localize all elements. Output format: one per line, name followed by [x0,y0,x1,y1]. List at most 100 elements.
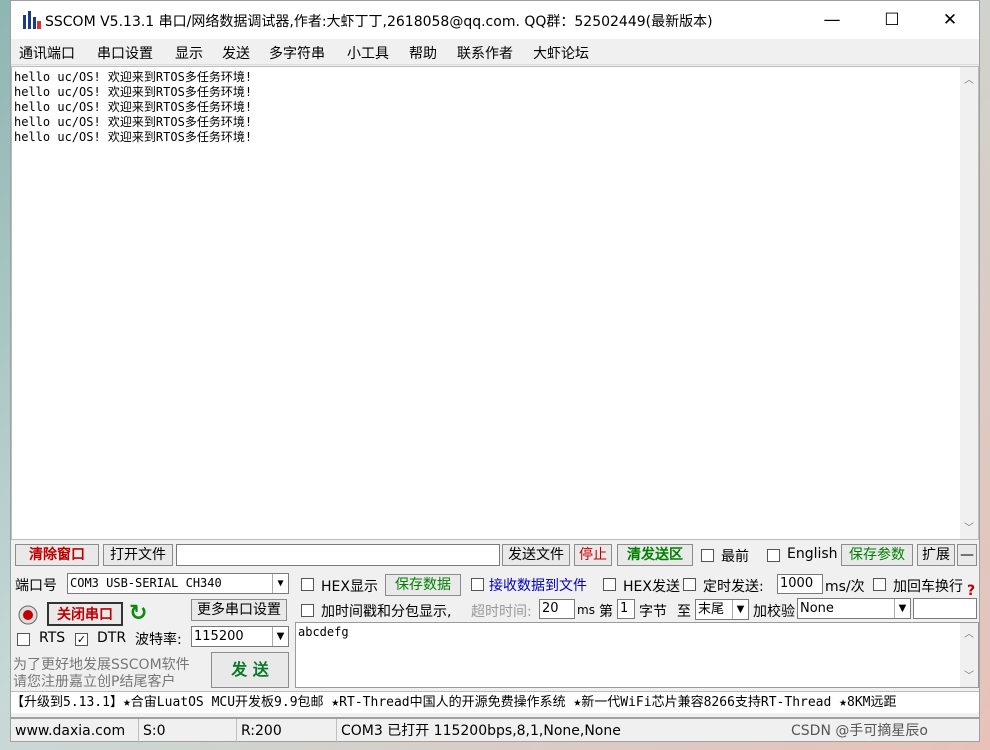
checksum-label: 加校验 [753,604,795,620]
app-logo-icon [23,11,41,29]
status-site-link[interactable]: www.daxia.com [11,719,139,743]
port-select[interactable]: COM3 USB-SERIAL CH340 ▼ [67,573,289,594]
timeout-input[interactable]: 20 [539,599,575,619]
status-sent-count: S:0 [139,719,237,743]
timed-send-label: 定时发送: [703,579,764,595]
receive-line: hello uc/OS! 欢迎来到RTOS多任务环境! [14,70,253,84]
dtr-checkbox[interactable]: ✓ [75,633,88,646]
english-checkbox[interactable] [767,549,780,562]
baud-select[interactable]: 115200 ▼ [191,626,289,647]
collapse-button[interactable]: — [957,544,977,566]
hex-display-label: HEX显示 [321,579,378,595]
hex-send-checkbox[interactable] [603,578,616,591]
close-port-button[interactable]: 关闭串口 [47,602,123,626]
port-label: 端口号 [15,578,57,594]
topmost-label: 最前 [721,549,749,565]
save-data-button[interactable]: 保存数据 [385,574,461,596]
menu-comm-port[interactable]: 通讯端口 [19,43,75,63]
send-button[interactable]: 发 送 [211,652,289,688]
stop-button[interactable]: 停止 [574,544,612,566]
hex-display-checkbox[interactable] [301,578,314,591]
interval-input[interactable]: 1000 [777,574,823,594]
crlf-label: 加回车换行 [893,579,963,595]
send-text: abcdefg [298,625,349,639]
scroll-up-icon[interactable]: ︿ [960,625,978,640]
end-select[interactable]: 末尾 ▼ [695,599,749,620]
receive-line: hello uc/OS! 欢迎来到RTOS多任务环境! [14,100,253,114]
open-file-button[interactable]: 打开文件 [103,544,173,566]
chevron-down-icon[interactable]: ▼ [894,599,910,618]
watermark: CSDN @手可摘星辰o [791,723,928,739]
menu-bar: 通讯端口 串口设置 显示 发送 多字符串 小工具 帮助 联系作者 大虾论坛 [11,39,979,65]
menu-help[interactable]: 帮助 [409,43,437,63]
status-port-state: COM3 已打开 115200bps,8,1,None,None [341,723,621,739]
timeout-unit: ms [577,603,595,617]
send-file-button[interactable]: 发送文件 [502,544,570,566]
timed-send-checkbox[interactable] [683,578,696,591]
refresh-icon[interactable]: ↻ [129,601,147,626]
crlf-checkbox[interactable] [873,578,886,591]
menu-send[interactable]: 发送 [222,43,250,63]
receive-line: hello uc/OS! 欢迎来到RTOS多任务环境! [14,130,253,144]
receive-scrollbar[interactable]: ︿ ﹀ [960,67,978,539]
end-select-value: 末尾 [698,602,725,617]
baud-select-value: 115200 [194,629,244,644]
maximize-button[interactable]: ☐ [863,1,921,39]
help-question-icon[interactable]: ? [967,583,975,599]
interval-unit: ms/次 [825,579,865,595]
save-params-button[interactable]: 保存参数 [841,544,913,566]
english-label: English [787,546,838,562]
window-title: SSCOM V5.13.1 串口/网络数据调试器,作者:大虾丁丁,2618058… [45,14,713,30]
file-path-input[interactable] [176,544,500,566]
checksum-extra-field[interactable] [913,598,977,619]
checksum-select[interactable]: None ▼ [797,598,911,619]
expand-button[interactable]: 扩展 [917,544,955,566]
dtr-label: DTR [97,630,127,646]
title-bar: SSCOM V5.13.1 串口/网络数据调试器,作者:大虾丁丁,2618058… [11,1,979,39]
topmost-checkbox[interactable] [701,549,714,562]
hex-send-label: HEX发送 [623,579,680,595]
menu-port-settings[interactable]: 串口设置 [97,43,153,63]
clear-window-button[interactable]: 清除窗口 [15,544,99,566]
to-label: 至 [677,604,691,620]
menu-forum[interactable]: 大虾论坛 [533,43,589,63]
main-window: SSCOM V5.13.1 串口/网络数据调试器,作者:大虾丁丁,2618058… [10,0,980,718]
recv-to-file-checkbox[interactable] [471,578,484,591]
promo-line-2: 请您注册嘉立创P结尾客户 [13,674,176,690]
scroll-down-icon[interactable]: ﹀ [960,667,978,682]
scroll-down-icon[interactable]: ﹀ [960,519,978,534]
status-recv-count: R:200 [237,719,337,743]
status-bar: www.daxia.com S:0 R:200 COM3 已打开 115200b… [10,718,980,743]
byte-unit-label: 字节 [639,604,667,620]
baud-label: 波特率: [135,632,182,648]
scroll-up-icon[interactable]: ︿ [960,71,978,86]
receive-area[interactable]: hello uc/OS! 欢迎来到RTOS多任务环境! hello uc/OS!… [11,66,979,540]
chevron-down-icon[interactable]: ▼ [732,600,748,619]
send-scrollbar[interactable]: ︿ ﹀ [960,623,978,687]
timestamp-label: 加时间戳和分包显示, [321,604,452,620]
menu-contact-author[interactable]: 联系作者 [457,43,513,63]
receive-line: hello uc/OS! 欢迎来到RTOS多任务环境! [14,115,253,129]
chevron-down-icon[interactable]: ▼ [272,627,288,646]
timeout-label: 超时时间: [471,604,532,620]
port-select-value: COM3 USB-SERIAL CH340 [70,576,222,590]
minimize-button[interactable]: — [803,1,861,39]
clear-send-button[interactable]: 清发送区 [617,544,693,566]
send-textarea[interactable]: abcdefg ︿ ﹀ [295,622,979,688]
timestamp-checkbox[interactable] [301,604,314,617]
more-port-settings-button[interactable]: 更多串口设置 [191,599,287,621]
close-button[interactable]: ✕ [921,1,979,39]
chevron-down-icon[interactable]: ▼ [272,574,288,593]
receive-line: hello uc/OS! 欢迎来到RTOS多任务环境! [14,85,253,99]
byte-index-input[interactable]: 1 [617,599,635,619]
menu-tools[interactable]: 小工具 [347,43,389,63]
nth-label: 第 [599,604,613,620]
menu-multi-string[interactable]: 多字符串 [269,43,325,63]
checksum-select-value: None [800,601,834,616]
port-status-icon [18,605,38,625]
news-ticker[interactable]: 【升级到5.13.1】★合宙LuatOS MCU开发板9.9包邮 ★RT-Thr… [11,691,979,713]
rts-label: RTS [39,630,66,646]
rts-checkbox[interactable] [17,633,30,646]
recv-to-file-label[interactable]: 接收数据到文件 [489,575,587,595]
menu-display[interactable]: 显示 [175,43,203,63]
